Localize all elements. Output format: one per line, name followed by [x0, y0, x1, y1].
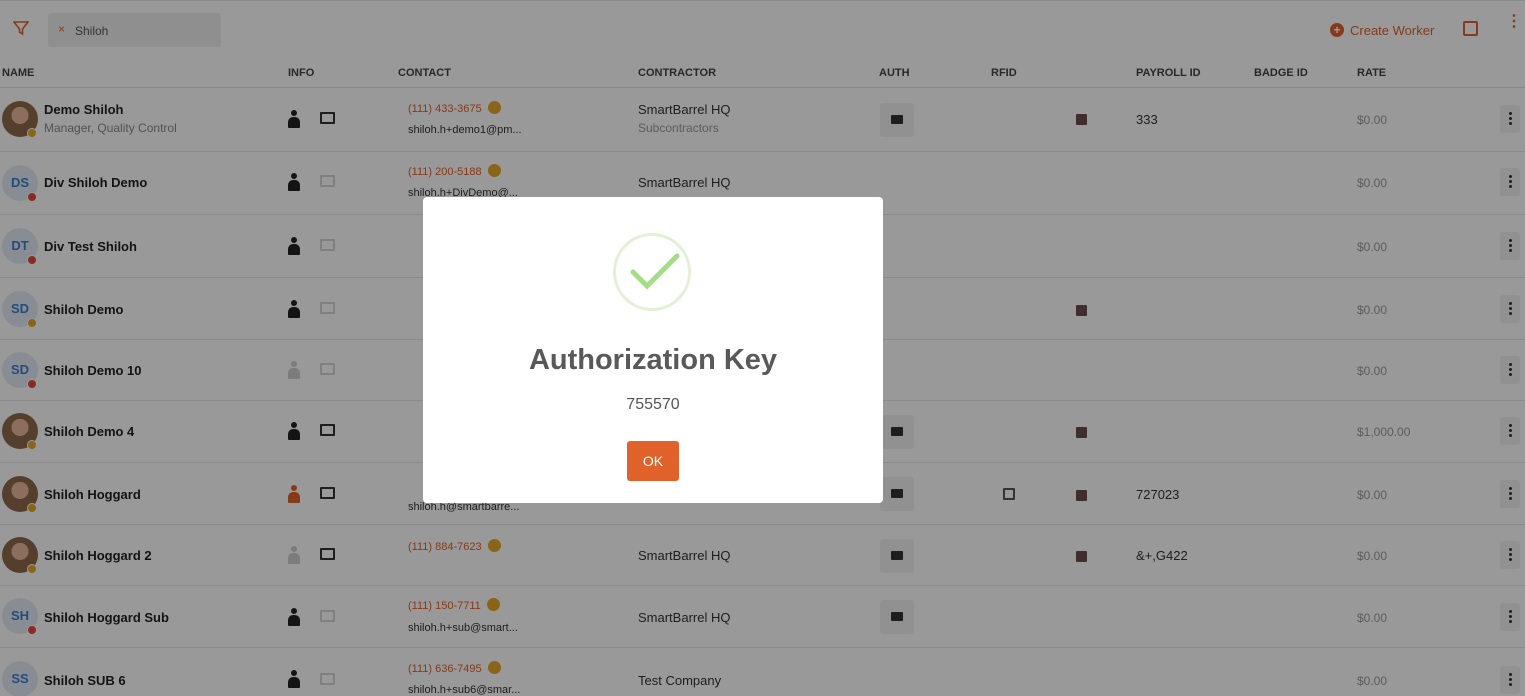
ok-button[interactable]: OK [627, 441, 679, 481]
authorization-key-value: 755570 [626, 396, 680, 413]
success-check-icon [613, 233, 691, 311]
dialog-title: Authorization Key [528, 344, 778, 376]
authorization-key-dialog: Authorization Key 755570 OK [423, 197, 883, 503]
